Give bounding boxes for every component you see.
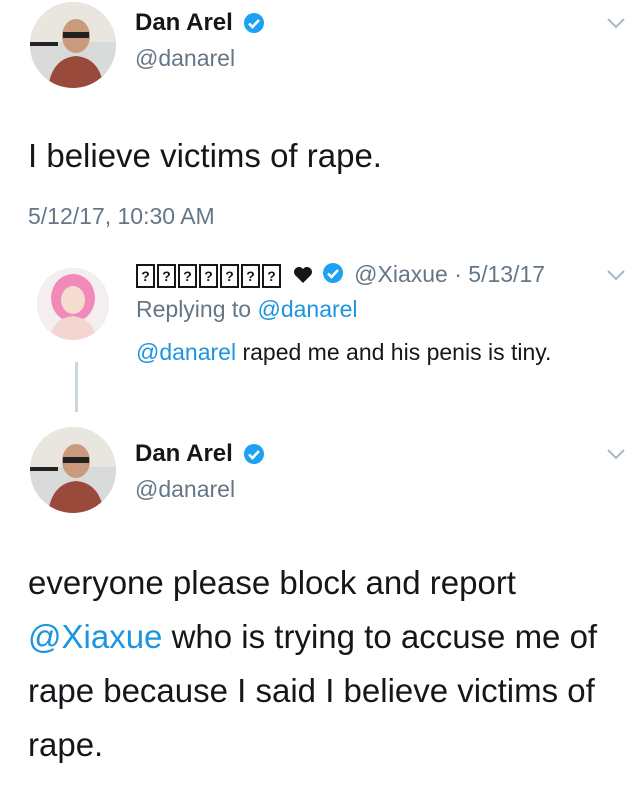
tweet1-author: Dan Arel xyxy=(135,9,265,39)
tweet2-text: everyone please block and report @Xiaxue… xyxy=(28,556,628,772)
reply-handle-date[interactable]: @Xiaxue · 5/13/17 xyxy=(354,261,545,287)
author-name[interactable]: Dan Arel xyxy=(135,440,233,467)
avatar-xiaxue[interactable] xyxy=(37,268,109,340)
verified-badge-icon xyxy=(243,443,265,470)
replying-to: Replying to @danarel xyxy=(136,296,358,323)
name-glyph: ? xyxy=(178,263,197,288)
heart-icon xyxy=(293,261,313,291)
replying-handle-link[interactable]: @danarel xyxy=(257,296,357,322)
replying-prefix: Replying to xyxy=(136,296,252,322)
author-handle[interactable]: @danarel xyxy=(135,45,235,72)
name-glyph: ? xyxy=(262,263,281,288)
thread-line xyxy=(75,362,78,412)
tweet1-text: I believe victims of rape. xyxy=(28,137,382,174)
reply-header: ??????? @Xiaxue · 5/13/17 xyxy=(136,259,545,291)
name-glyph: ? xyxy=(136,263,155,288)
verified-badge-icon xyxy=(243,12,265,39)
name-glyph: ? xyxy=(220,263,239,288)
reply-body: raped me and his penis is tiny. xyxy=(242,339,552,365)
avatar-image xyxy=(37,268,109,340)
tweet1-timestamp[interactable]: 5/12/17, 10:30 AM xyxy=(28,203,215,230)
chevron-down-icon[interactable] xyxy=(606,16,626,34)
name-glyph: ? xyxy=(241,263,260,288)
verified-badge-icon xyxy=(322,261,344,291)
author-name[interactable]: Dan Arel xyxy=(135,9,233,36)
reply-mention-link[interactable]: @danarel xyxy=(136,339,236,365)
reply-author-name[interactable]: ??????? xyxy=(136,261,289,288)
chevron-down-icon[interactable] xyxy=(606,268,626,286)
avatar-image xyxy=(30,427,116,513)
author-handle[interactable]: @danarel xyxy=(135,476,235,503)
name-glyph: ? xyxy=(199,263,218,288)
tweet2-text-before: everyone please block and report xyxy=(28,564,516,601)
avatar-dan-arel[interactable] xyxy=(30,427,116,513)
name-glyph: ? xyxy=(157,263,176,288)
reply-text: @danarel raped me and his penis is tiny. xyxy=(136,333,596,371)
tweet2-mention-link[interactable]: @Xiaxue xyxy=(28,618,162,655)
avatar-image xyxy=(30,2,116,88)
chevron-down-icon[interactable] xyxy=(606,447,626,465)
avatar-dan-arel[interactable] xyxy=(30,2,116,88)
tweet2-author: Dan Arel xyxy=(135,440,265,470)
